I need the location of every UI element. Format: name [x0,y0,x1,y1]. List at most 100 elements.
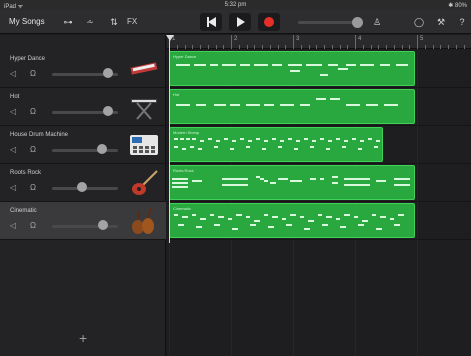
lane-divider [167,125,471,126]
lane-divider [167,87,471,88]
midi-region[interactable]: Hyper Dance [169,51,415,86]
note [394,178,410,180]
note [340,226,346,228]
play-button[interactable] [229,13,251,31]
master-volume-knob[interactable] [352,17,363,28]
track-header[interactable]: Roots Rock ◁ Ω [0,164,166,202]
fx-button[interactable]: FX [127,15,137,29]
track-header[interactable]: Hot ◁ Ω [0,88,166,126]
note [268,226,274,228]
headphones-icon[interactable]: Ω [30,221,36,231]
playhead-handle[interactable] [166,35,174,41]
track-name: Cinematic [10,208,37,214]
note [290,214,296,216]
midi-region[interactable]: Modern Stomp [169,127,383,162]
note [230,104,240,106]
note [304,138,308,140]
mute-icon[interactable]: ◁ [10,145,16,155]
note [300,216,304,218]
note [222,178,248,180]
note [192,214,196,216]
ruler-tick [285,45,286,49]
note [200,140,204,142]
ruler-tick [200,45,201,49]
settings-icon[interactable]: ⚒ [434,15,448,29]
note [278,146,282,148]
note [336,138,340,140]
note [368,138,372,140]
mute-icon[interactable]: ◁ [10,107,16,117]
track-settings-icon[interactable]: ⇅ [106,15,122,29]
note [196,226,202,228]
note [396,64,408,66]
my-songs-button[interactable]: My Songs [9,17,45,26]
track-header[interactable]: Cinematic ◁ Ω [0,202,166,240]
playhead[interactable] [169,35,170,243]
note [192,138,196,140]
track-volume-knob[interactable] [98,220,108,230]
note [264,214,268,216]
ruler-tick [231,35,232,49]
note [376,140,380,142]
metronome-icon[interactable]: ♙ [370,15,384,29]
loop-icon[interactable]: ◯ [412,15,426,29]
headphones-icon[interactable]: Ω [30,183,36,193]
headphones-icon[interactable]: Ω [30,107,36,117]
drum-machine-icon [129,131,159,159]
ruler-tick [347,45,348,49]
note [384,104,398,106]
mute-icon[interactable]: ◁ [10,183,16,193]
rewind-icon [207,17,216,27]
midi-region[interactable]: Hot [169,89,415,124]
note [358,224,364,226]
rewind-button[interactable] [200,13,222,31]
track-header[interactable]: Hyper Dance ◁ Ω [0,50,166,88]
note [264,104,274,106]
note [262,148,266,150]
midi-region[interactable]: Roots Rock [169,165,415,200]
note [376,180,386,182]
keyboard-stand-icon [129,93,159,121]
timeline-ruler[interactable]: 12345 [167,35,471,49]
browser-icon[interactable]: ⊶ [60,15,76,29]
ruler-tick [309,45,310,49]
track-volume-knob[interactable] [103,68,113,78]
mute-icon[interactable]: ◁ [10,221,16,231]
headphones-icon[interactable]: Ω [30,145,36,155]
headphones-icon[interactable]: Ω [30,69,36,79]
master-volume-slider[interactable] [298,21,358,24]
ruler-tick [270,45,271,49]
record-button[interactable] [258,13,280,31]
note [214,146,218,148]
note [338,68,348,70]
note [362,220,368,222]
track-volume-slider[interactable] [52,149,118,152]
ruler-tick [324,45,325,49]
note [344,140,348,142]
note [182,148,186,150]
tracks-area[interactable]: Hyper Dance Hot Modern Stomp Roots Rock Cine… [167,50,471,356]
track-header[interactable]: House Drum Machine ◁ Ω [0,126,166,164]
track-name: Hot [10,94,20,100]
note [344,178,370,180]
midi-region[interactable]: Cinematic [169,203,415,238]
help-icon[interactable]: ? [455,15,469,29]
note [326,216,332,218]
note [280,140,284,142]
track-volume-knob[interactable] [103,106,113,116]
track-volume-slider[interactable] [52,225,118,228]
note [174,214,178,216]
note [300,104,310,106]
note [288,64,302,66]
track-volume-knob[interactable] [97,144,107,154]
note [236,214,242,216]
track-volume-knob[interactable] [77,182,87,192]
mute-icon[interactable]: ◁ [10,69,16,79]
note [304,228,310,230]
mixer-icon[interactable]: ⩪ [82,15,98,29]
note [256,138,260,140]
note [288,138,292,140]
bar-number: 5 [420,36,424,42]
add-track-button[interactable]: + [79,330,87,346]
note [332,182,338,184]
